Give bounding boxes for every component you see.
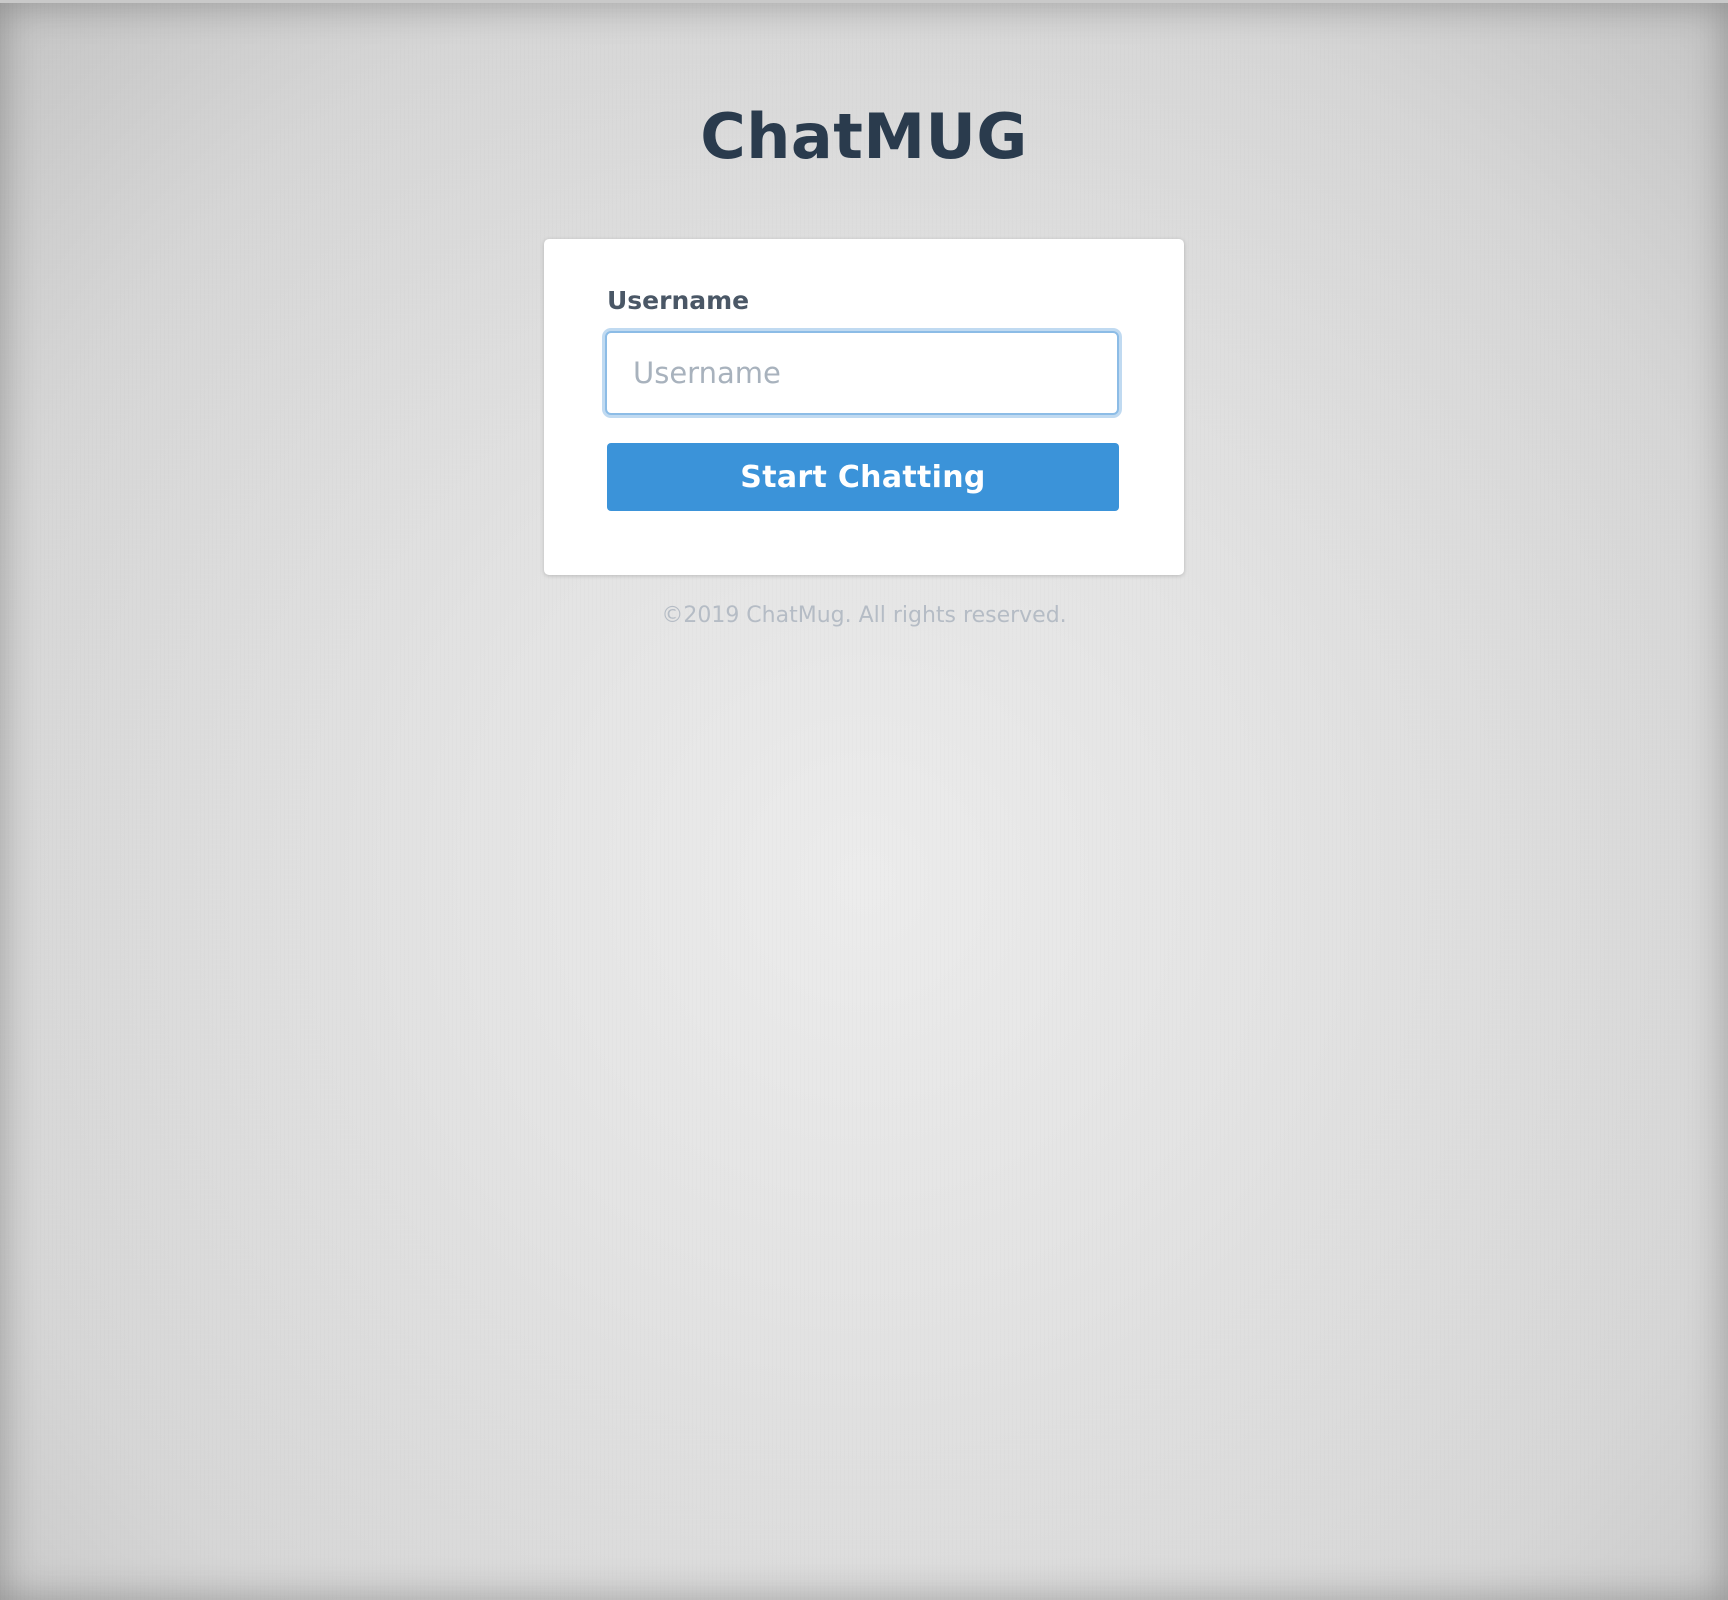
app-title: ChatMUG <box>700 100 1028 173</box>
page-background: ChatMUG Username Start Chatting ©2019 Ch… <box>0 0 1728 1600</box>
copyright-text: ©2019 ChatMug. All rights reserved. <box>661 603 1067 628</box>
username-label: Username <box>607 286 750 315</box>
start-chatting-button[interactable]: Start Chatting <box>607 443 1119 511</box>
username-input[interactable] <box>605 331 1119 415</box>
login-card: Username Start Chatting <box>544 239 1184 575</box>
